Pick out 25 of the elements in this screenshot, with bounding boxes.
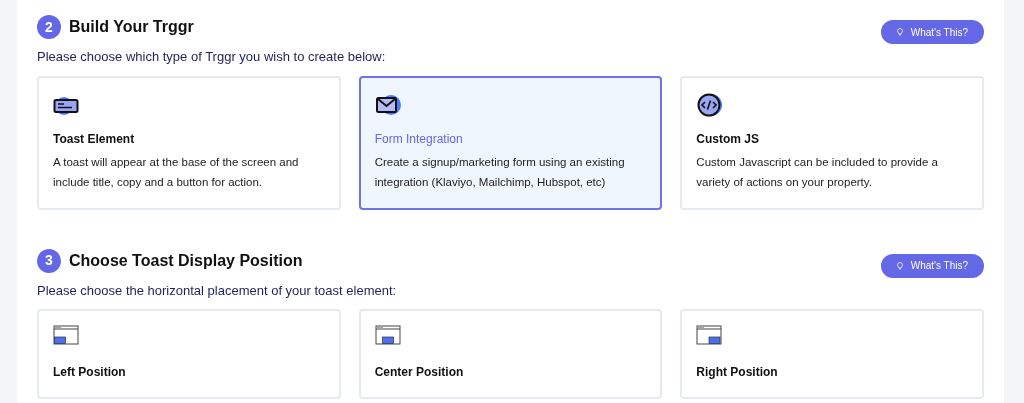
option-title: Toast Element — [53, 130, 136, 148]
whats-this-button[interactable]: What's This? — [880, 20, 984, 44]
section-prompt: Please choose the horizontal placement of your toast element: — [37, 281, 398, 300]
option-title: Right Position — [696, 364, 779, 381]
option-card[interactable]: Right Position — [680, 309, 984, 399]
option-card[interactable]: Left Position — [37, 309, 341, 399]
option-description: Create a signup/marketing form using an existing integration (Klaviyo, Mailchimp, Hubspot, etc) — [374, 154, 626, 190]
option-card[interactable]: Form Integration Create a signup/marketing form using an existing integration (Klaviyo, Mailchimp, Hubspot, etc) — [358, 75, 663, 210]
option-title: Custom JS — [696, 130, 760, 148]
option-title: Left Position — [53, 364, 127, 381]
option-description: A toast will appear at the base of the screen and include title, copy and a button for action. — [53, 154, 300, 190]
option-card[interactable]: Toast Element A toast will appear at the base of the screen and include title, copy and a button for action. — [37, 75, 341, 210]
step-number: 2 — [37, 15, 61, 39]
lightbulb-icon — [896, 261, 903, 270]
section-prompt: Please choose which type of Trggr you wish to create below: — [37, 48, 387, 66]
lightbulb-icon — [896, 28, 903, 36]
option-title: Form Integration — [374, 130, 464, 148]
option-description: Custom Javascript can be included to provide a variety of actions on your property. — [696, 154, 939, 190]
step-number: 3 — [37, 248, 61, 273]
option-card[interactable]: Center Position — [358, 309, 663, 399]
option-title: Center Position — [374, 364, 465, 381]
section-title: Choose Toast Display Position — [69, 250, 303, 271]
section-title: Build Your Trggr — [69, 17, 194, 37]
option-card[interactable]: Custom JS Custom Javascript can be included to provide a variety of actions on your property. — [680, 75, 984, 210]
whats-this-button[interactable]: What's This? — [880, 253, 984, 278]
